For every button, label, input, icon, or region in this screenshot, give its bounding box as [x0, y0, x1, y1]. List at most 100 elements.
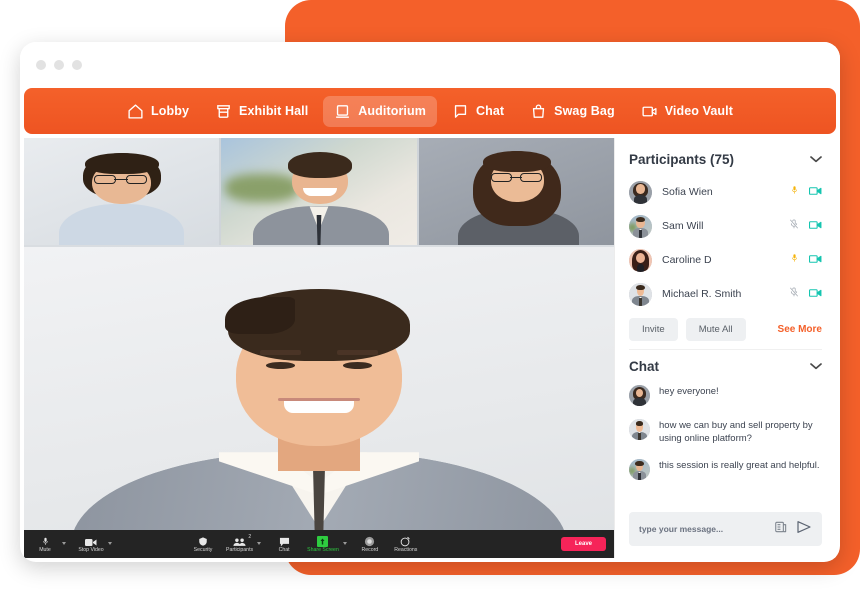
camera-on-icon[interactable] — [809, 251, 822, 269]
nav-item-swag-bag[interactable]: Swag Bag — [519, 96, 626, 127]
avatar — [629, 248, 652, 272]
participants-actions: Invite Mute All See More — [615, 311, 836, 347]
toolbar-participants-button[interactable]: 2 Participants — [226, 533, 254, 553]
close-dot[interactable] — [72, 60, 82, 70]
toolbar-stop-video-button[interactable]: Stop Video — [78, 535, 104, 553]
participant-thumb-2[interactable] — [221, 138, 417, 245]
document-attach-icon[interactable] — [774, 520, 788, 539]
invite-button[interactable]: Invite — [629, 318, 678, 341]
participant-thumb-3[interactable] — [418, 138, 614, 245]
participant-thumb-1[interactable] — [24, 138, 220, 245]
nav-label-auditorium: Auditorium — [358, 104, 426, 118]
participant-name: Caroline D — [662, 254, 712, 266]
chat-message-text: hey everyone! — [659, 386, 719, 397]
avatar — [629, 180, 652, 204]
participants-count-badge: 2 — [248, 533, 252, 540]
nav-item-exhibit-hall[interactable]: Exhibit Hall — [204, 96, 319, 127]
nav-item-lobby[interactable]: Lobby — [116, 96, 200, 127]
chat-message-1: hey everyone! — [615, 378, 836, 412]
app-body: Mute Stop Video Security 2 Participants … — [24, 138, 836, 558]
toolbar-reactions-label: Reactions — [394, 546, 418, 553]
toolbar-chat-button[interactable]: Chat — [271, 535, 297, 553]
meeting-toolbar: Mute Stop Video Security 2 Participants … — [24, 530, 614, 558]
toolbar-record-button[interactable]: Record — [357, 535, 383, 553]
camera-on-icon[interactable] — [809, 217, 822, 235]
screenshot-root: Lobby Exhibit Hall Auditorium Chat Swag … — [0, 0, 860, 600]
microphone-muted-icon[interactable] — [789, 285, 799, 303]
participants-title: Participants (75) — [629, 152, 735, 167]
chevron-down-icon[interactable] — [810, 361, 822, 373]
toolbar-security-button[interactable]: Security — [190, 535, 216, 553]
storefront-icon — [215, 103, 232, 120]
video-camera-icon — [641, 103, 658, 120]
nav-item-video-vault[interactable]: Video Vault — [630, 96, 744, 127]
microphone-unmuted-icon[interactable] — [790, 251, 799, 269]
participant-row-caroline-d[interactable]: Caroline D — [615, 243, 836, 277]
toolbar-mute-button[interactable]: Mute — [32, 535, 58, 553]
nav-item-auditorium[interactable]: Auditorium — [323, 95, 437, 127]
share-screen-icon — [317, 535, 329, 547]
microphone-icon — [41, 535, 50, 547]
nav-label-swag-bag: Swag Bag — [554, 104, 615, 118]
camera-on-icon[interactable] — [809, 285, 822, 303]
avatar — [629, 214, 652, 238]
chat-message-text: this session is really great and helpful… — [659, 459, 820, 471]
toolbar-share-screen-button[interactable]: Share Screen — [307, 535, 339, 553]
toolbar-reactions-button[interactable]: Reactions — [393, 535, 419, 553]
nav-label-exhibit-hall: Exhibit Hall — [239, 104, 309, 118]
send-arrow-icon[interactable] — [796, 520, 812, 539]
participants-options-caret[interactable] — [257, 542, 262, 546]
toolbar-stop-video-label: Stop Video — [78, 546, 104, 553]
video-options-caret[interactable] — [108, 542, 112, 546]
chat-panel-header: Chat — [615, 350, 836, 378]
microphone-muted-icon[interactable] — [789, 217, 799, 235]
minimize-dot[interactable] — [36, 60, 46, 70]
chat-message-3: this session is really great and helpful… — [615, 452, 836, 486]
toolbar-record-label: Record — [361, 546, 379, 553]
toolbar-participants-label: Participants — [226, 546, 254, 553]
chat-bubble-icon — [279, 535, 290, 547]
avatar — [629, 419, 650, 440]
chat-message-input[interactable] — [639, 524, 766, 534]
active-speaker-video[interactable]: Mute Stop Video Security 2 Participants … — [24, 247, 614, 558]
toolbar-chat-label: Chat — [278, 546, 290, 553]
window-titlebar — [20, 42, 840, 88]
avatar — [629, 385, 650, 406]
people-icon — [233, 535, 246, 547]
participant-name: Michael R. Smith — [662, 288, 742, 300]
participant-controls — [790, 183, 822, 201]
video-stage: Mute Stop Video Security 2 Participants … — [24, 138, 614, 558]
participant-row-michael-r-smith[interactable]: Michael R. Smith — [615, 277, 836, 311]
avatar — [629, 458, 650, 480]
nav-label-lobby: Lobby — [151, 104, 190, 118]
leave-meeting-button[interactable]: Leave — [560, 537, 606, 551]
chat-title: Chat — [629, 359, 659, 374]
chevron-down-icon[interactable] — [810, 154, 822, 166]
participant-name: Sam Will — [662, 220, 704, 232]
reactions-icon — [400, 535, 411, 547]
see-more-link[interactable]: See More — [778, 324, 822, 335]
chat-composer — [629, 512, 822, 546]
record-icon — [364, 535, 375, 547]
participant-controls — [789, 217, 822, 235]
browser-window: Lobby Exhibit Hall Auditorium Chat Swag … — [20, 42, 840, 562]
toolbar-share-screen-label: Share Screen — [307, 546, 339, 553]
share-screen-options-caret[interactable] — [342, 542, 347, 546]
mute-options-caret[interactable] — [62, 542, 66, 546]
microphone-unmuted-icon[interactable] — [790, 183, 799, 201]
participant-row-sam-will[interactable]: Sam Will — [615, 209, 836, 243]
toolbar-security-label: Security — [193, 546, 213, 553]
participant-thumbnail-strip — [24, 138, 614, 245]
chat-message-text: how we can buy and sell property by usin… — [659, 420, 813, 444]
nav-item-chat[interactable]: Chat — [441, 96, 515, 127]
mute-all-button[interactable]: Mute All — [685, 318, 746, 341]
camera-on-icon[interactable] — [809, 183, 822, 201]
laptop-icon — [334, 103, 351, 120]
home-icon — [127, 103, 144, 120]
maximize-dot[interactable] — [54, 60, 64, 70]
participant-controls — [789, 285, 822, 303]
participants-panel-header: Participants (75) — [615, 138, 836, 175]
avatar — [629, 282, 652, 306]
participant-row-sofia-wien[interactable]: Sofia Wien — [615, 175, 836, 209]
participant-controls — [790, 251, 822, 269]
